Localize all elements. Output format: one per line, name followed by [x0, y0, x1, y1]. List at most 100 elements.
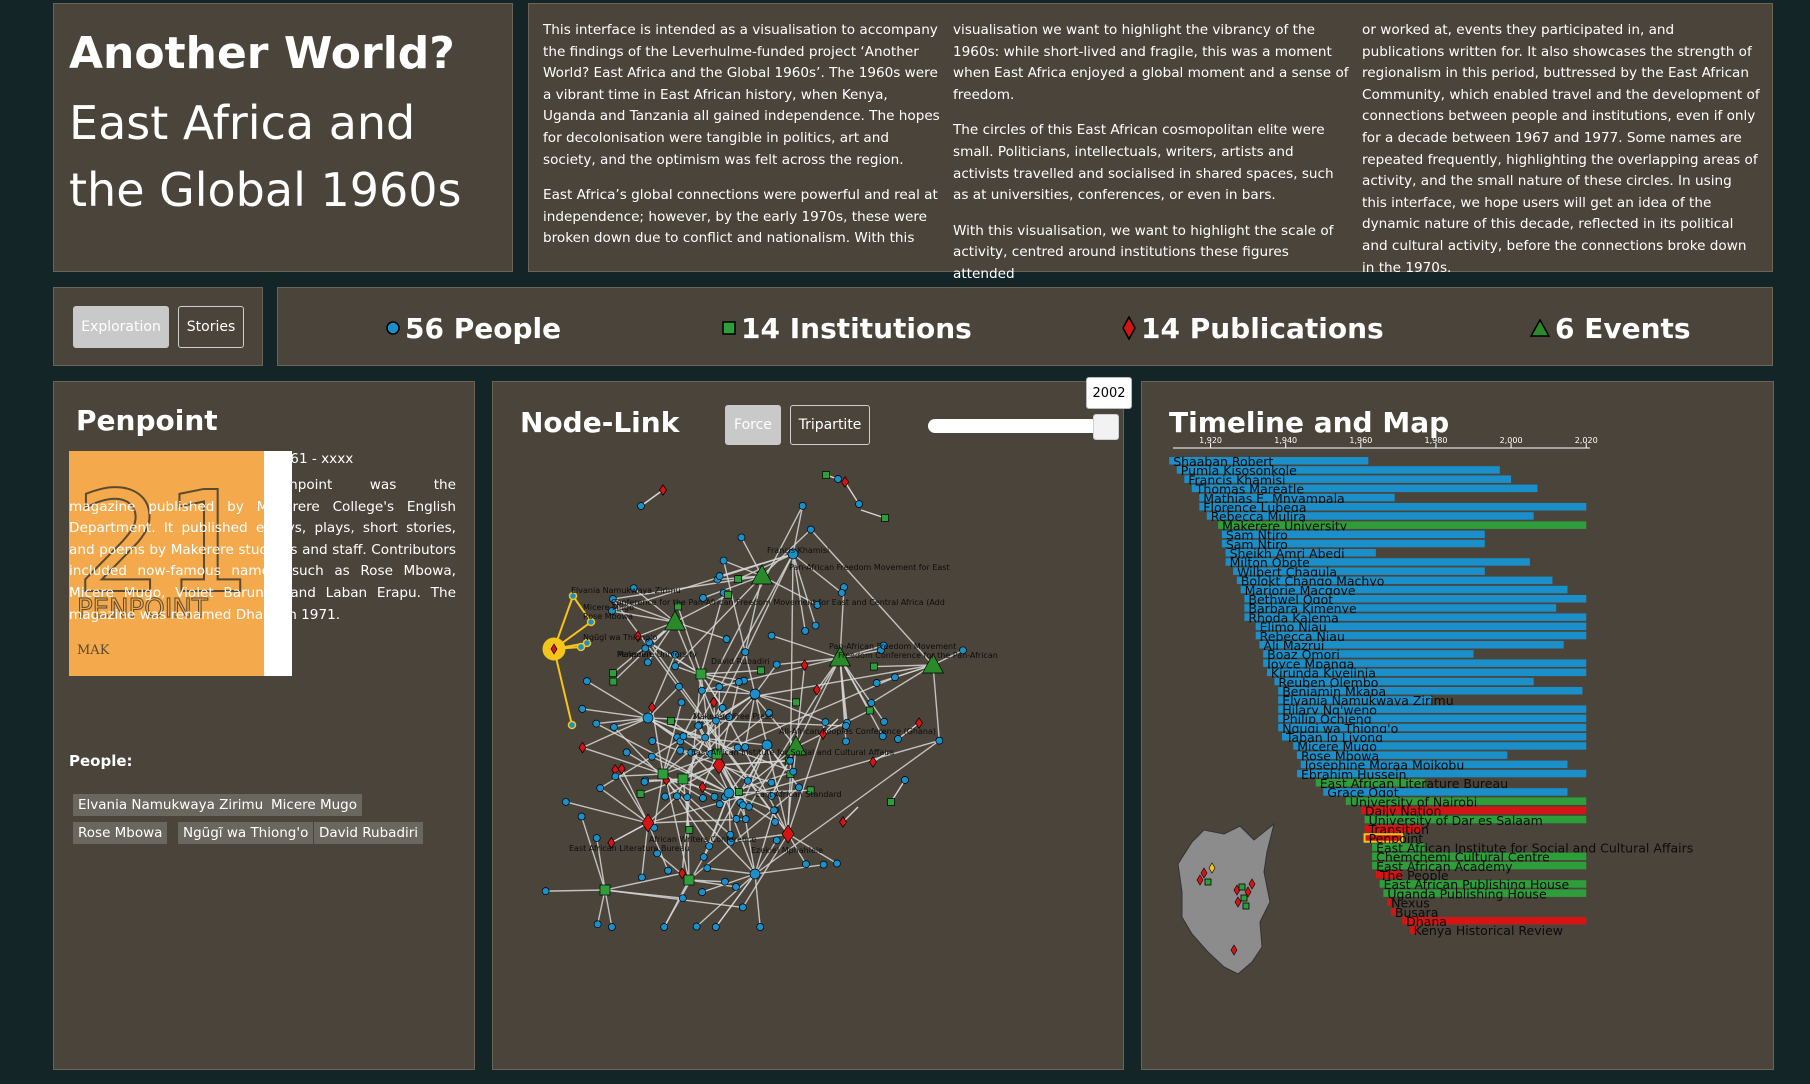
person-node[interactable]: [767, 778, 776, 787]
person-node[interactable]: [837, 588, 846, 597]
institution-node[interactable]: [609, 669, 617, 678]
person-node[interactable]: [715, 683, 724, 691]
person-node[interactable]: [819, 860, 828, 869]
institution-node[interactable]: [667, 717, 675, 725]
person-node[interactable]: [675, 682, 683, 691]
person-node[interactable]: [842, 737, 850, 746]
person-node[interactable]: [567, 720, 577, 730]
person-node[interactable]: [683, 793, 691, 802]
institution-node[interactable]: [870, 662, 878, 671]
person-node[interactable]: [664, 866, 672, 875]
person-node[interactable]: [732, 815, 741, 823]
east-africa-map[interactable]: [1177, 822, 1275, 975]
institution-node[interactable]: [599, 884, 611, 896]
person-node[interactable]: [738, 903, 747, 912]
person-node[interactable]: [732, 883, 740, 891]
institution-node[interactable]: [695, 668, 707, 680]
person-node[interactable]: [855, 500, 863, 508]
person-node[interactable]: [756, 923, 765, 931]
person-node[interactable]: [710, 792, 719, 801]
person-node[interactable]: [737, 533, 746, 542]
person-node[interactable]: [642, 712, 654, 724]
person-node[interactable]: [894, 735, 902, 743]
person-node[interactable]: [798, 502, 807, 510]
institution-node[interactable]: [757, 666, 765, 675]
map-institution-marker[interactable]: [1242, 902, 1250, 910]
person-node[interactable]: [694, 721, 703, 730]
person-node[interactable]: [578, 705, 587, 713]
institution-node[interactable]: [609, 677, 618, 686]
person-node[interactable]: [749, 688, 761, 700]
force-layout-button[interactable]: Force: [725, 405, 781, 445]
person-node[interactable]: [821, 718, 830, 727]
people-count[interactable]: 56 People: [385, 308, 561, 348]
event-node[interactable]: [751, 564, 773, 585]
person-node[interactable]: [802, 860, 810, 868]
person-tag[interactable]: Micere Mugo: [266, 794, 363, 816]
person-node[interactable]: [786, 756, 794, 765]
institution-node[interactable]: [735, 788, 743, 796]
person-node[interactable]: [771, 818, 779, 826]
person-node[interactable]: [699, 794, 707, 802]
person-node[interactable]: [935, 736, 944, 745]
person-node[interactable]: [806, 525, 815, 534]
person-node[interactable]: [867, 699, 876, 707]
person-tag[interactable]: David Rubadiri: [314, 822, 424, 844]
person-node[interactable]: [767, 631, 776, 640]
institution-node[interactable]: [734, 575, 743, 584]
person-node[interactable]: [703, 864, 712, 872]
person-node[interactable]: [610, 723, 618, 731]
map-institution-marker[interactable]: [1238, 883, 1246, 891]
person-tag[interactable]: Rose Mbowa: [73, 822, 168, 844]
person-node[interactable]: [561, 798, 570, 806]
person-node[interactable]: [811, 621, 820, 630]
person-node[interactable]: [901, 776, 909, 784]
institution-node[interactable]: [636, 789, 645, 798]
person-node[interactable]: [673, 792, 681, 800]
person-node[interactable]: [789, 767, 798, 776]
person-node[interactable]: [676, 746, 685, 755]
person-node[interactable]: [718, 704, 727, 712]
person-node[interactable]: [734, 678, 743, 686]
person-node[interactable]: [678, 894, 687, 903]
institutions-count[interactable]: 14 Institutions: [721, 308, 972, 348]
institution-node[interactable]: [792, 698, 801, 707]
person-node[interactable]: [715, 800, 724, 808]
person-node[interactable]: [660, 923, 669, 931]
institution-node[interactable]: [865, 706, 874, 715]
person-node[interactable]: [772, 836, 781, 845]
person-node[interactable]: [772, 660, 781, 669]
person-node[interactable]: [679, 732, 688, 741]
institution-node[interactable]: [677, 773, 689, 785]
person-node[interactable]: [744, 776, 752, 785]
person-node[interactable]: [880, 717, 888, 726]
person-node[interactable]: [722, 635, 731, 643]
person-node[interactable]: [891, 673, 899, 682]
person-node[interactable]: [648, 737, 657, 745]
publication-node[interactable]: [578, 741, 587, 754]
institution-node[interactable]: [685, 826, 694, 834]
year-slider-track[interactable]: [928, 419, 1115, 433]
institution-node[interactable]: [683, 874, 695, 886]
person-node[interactable]: [711, 923, 720, 931]
person-node[interactable]: [596, 784, 605, 792]
person-node[interactable]: [593, 920, 602, 929]
person-tag[interactable]: Elvania Namukwaya Zirimu: [73, 794, 269, 816]
person-node[interactable]: [770, 806, 778, 815]
person-node[interactable]: [643, 658, 652, 667]
timeline-row[interactable]: Kenya Historical Review: [1409, 923, 1563, 938]
tripartite-layout-button[interactable]: Tripartite: [790, 405, 870, 445]
exploration-button[interactable]: Exploration: [73, 306, 169, 348]
map-institution-marker[interactable]: [1204, 878, 1212, 886]
person-node[interactable]: [541, 887, 550, 895]
person-node[interactable]: [637, 502, 645, 510]
publication-node[interactable]: [839, 816, 847, 828]
person-node[interactable]: [677, 698, 686, 707]
year-slider-handle[interactable]: [1093, 414, 1119, 440]
person-node[interactable]: [592, 834, 601, 842]
stories-button[interactable]: Stories: [178, 306, 244, 348]
institution-node[interactable]: [881, 514, 889, 522]
person-node[interactable]: [719, 556, 728, 565]
person-node[interactable]: [715, 572, 724, 580]
person-node[interactable]: [721, 877, 729, 886]
